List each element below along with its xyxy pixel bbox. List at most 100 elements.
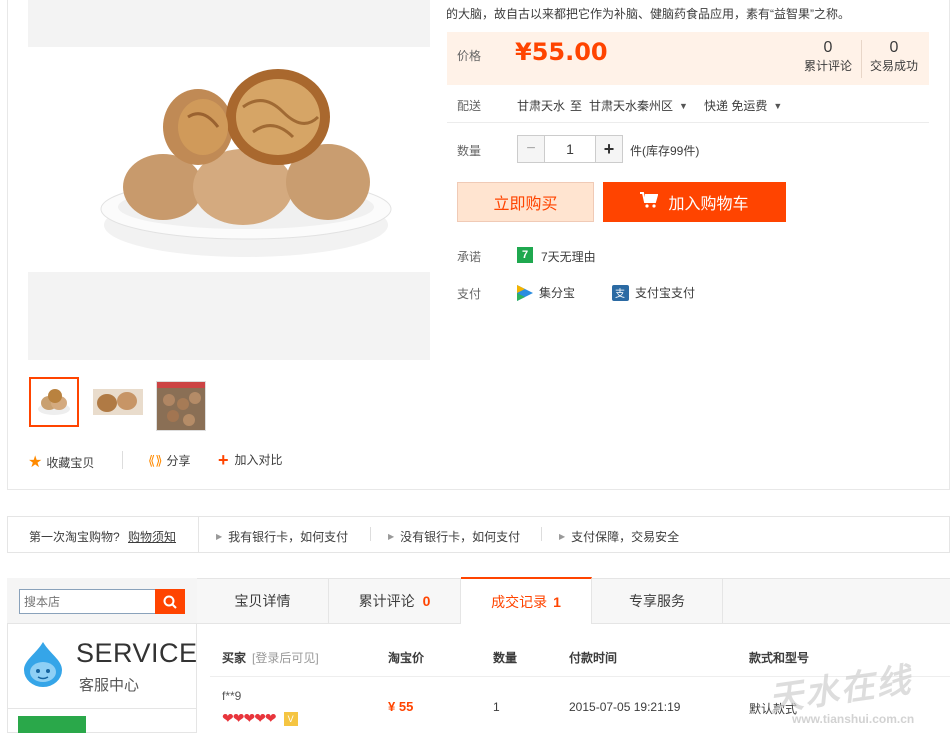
promise-text[interactable]: 7天无理由 [541, 248, 596, 265]
shop-search-input[interactable] [19, 589, 156, 614]
shop-search-button[interactable] [155, 589, 185, 614]
help-link-3[interactable]: ▶ 支付保障，交易安全 [559, 528, 679, 545]
intro-text: 的大脑，故自古以来都把它作为补脑、健脑药食品应用，素有“益智果”之称。 [446, 7, 850, 21]
service-icon [20, 640, 66, 691]
favorite-label: 收藏宝贝 [46, 455, 95, 470]
vip-badge-icon: V [283, 711, 298, 726]
compare-button[interactable]: + 加入对比 [218, 449, 283, 470]
walnut-thumb-icon [31, 379, 77, 425]
stock-text: 件(库存99件) [630, 144, 700, 158]
payment-option-1: 集分宝 [539, 286, 576, 300]
thumbnail-2[interactable] [93, 381, 143, 431]
delivery-to-word: 至 [570, 99, 583, 113]
help-link-1-label: 我有银行卡，如何支付 [228, 530, 349, 544]
share-icon: ⟪⟫ [148, 452, 163, 468]
header-buyer: 买家 [222, 651, 247, 665]
divider [122, 451, 123, 469]
delivery-destination: 甘肃天水秦州区 [589, 99, 674, 113]
header-style: 款式和型号 [749, 651, 810, 665]
first-time-text: 第一次淘宝购物? [29, 530, 120, 544]
payment-label: 支付 [457, 287, 482, 301]
compare-label: 加入对比 [234, 453, 283, 467]
walnut-thumb-icon [93, 381, 143, 431]
divider [541, 527, 542, 541]
row-time: 2015-07-05 19:21:19 [569, 700, 681, 714]
thumbnail-1[interactable] [29, 377, 79, 427]
jifenbao-icon [517, 284, 533, 301]
walnut-bowl-image [100, 69, 392, 257]
svg-text:支: 支 [615, 288, 625, 300]
tab-reviews-count: 0 [422, 592, 431, 609]
arrow-right-icon: ▶ [388, 532, 395, 541]
quantity-input[interactable]: 1 [545, 136, 595, 162]
add-to-cart-label: 加入购物车 [668, 196, 749, 213]
alipay-icon: 支 [612, 284, 629, 301]
tab-transactions-label: 成交记录 [491, 593, 548, 610]
help-link-1[interactable]: ▶ 我有银行卡，如何支付 [216, 528, 348, 545]
share-button[interactable]: ⟪⟫ 分享 [148, 452, 190, 469]
payment-alipay[interactable]: 支 支付宝支付 [612, 284, 695, 301]
divider [447, 122, 929, 123]
star-icon: ★ [28, 454, 43, 471]
tab-services-label: 专享服务 [629, 592, 685, 609]
tab-services[interactable]: 专享服务 [592, 578, 723, 623]
payment-jifenbao[interactable]: 集分宝 [517, 284, 575, 301]
tab-reviews[interactable]: 累计评论 0 [329, 578, 461, 623]
stat-sales-label: 交易成功 [869, 59, 918, 73]
stat-reviews[interactable]: 0 累计评论 [800, 39, 856, 74]
help-link-2-label: 没有银行卡，如何支付 [400, 530, 521, 544]
heart-icon: ❤❤❤❤❤ [222, 710, 277, 726]
service-title: SERVICE [76, 638, 198, 668]
triangle-down-icon: ▼ [679, 100, 688, 111]
plus-icon: + [218, 449, 229, 470]
divider [7, 708, 197, 709]
arrow-right-icon: ▶ [559, 532, 566, 541]
stat-reviews-count: 0 [823, 39, 833, 56]
stat-reviews-label: 累计评论 [803, 59, 852, 73]
favorite-button[interactable]: ★ 收藏宝贝 [28, 452, 94, 472]
help-link-3-label: 支付保障，交易安全 [571, 530, 680, 544]
shopping-guide-link[interactable]: 购物须知 [128, 528, 176, 545]
tab-transactions[interactable]: 成交记录 1 [461, 577, 592, 624]
arrow-right-icon: ▶ [216, 532, 223, 541]
header-qty: 数量 [493, 651, 518, 665]
tab-details-label: 宝贝详情 [234, 592, 291, 609]
tab-details[interactable]: 宝贝详情 [197, 578, 329, 623]
price-label: 价格 [457, 49, 482, 63]
main-image[interactable] [28, 47, 430, 272]
tab-reviews-label: 累计评论 [358, 592, 415, 609]
delivery-label: 配送 [457, 99, 482, 113]
service-subtitle: 客服中心 [79, 677, 140, 694]
stat-sales[interactable]: 0 交易成功 [866, 39, 922, 74]
price-value: ¥55.00 [515, 38, 608, 66]
watermark-url: www.tianshui.com.cn [792, 712, 915, 726]
help-link-2[interactable]: ▶ 没有银行卡，如何支付 [388, 528, 520, 545]
row-buyer: f**9 [222, 689, 242, 703]
seven-days-icon: 7 [517, 247, 533, 263]
divider [370, 527, 371, 541]
quantity-stepper: − 1 + [517, 135, 623, 163]
delivery-from: 甘肃天水 [517, 99, 566, 113]
quantity-plus-button[interactable]: + [595, 136, 622, 162]
search-icon [163, 595, 177, 609]
header-time: 付款时间 [569, 651, 618, 665]
row-qty: 1 [493, 700, 500, 714]
share-label: 分享 [166, 454, 191, 468]
divider [198, 517, 199, 552]
thumbnail-3[interactable] [156, 381, 206, 431]
delivery-destination-select[interactable]: 甘肃天水秦州区 ▼ [589, 97, 688, 114]
contact-button[interactable] [18, 716, 86, 733]
quantity-label: 数量 [457, 144, 482, 158]
header-price: 淘宝价 [388, 651, 425, 665]
walnut-thumb-icon [157, 382, 205, 430]
header-buyer-note: [登录后可见] [252, 651, 319, 665]
delivery-method-select[interactable]: 快递 免运费 ▼ [704, 97, 782, 114]
stat-sales-count: 0 [889, 39, 899, 56]
add-to-cart-button[interactable]: 加入购物车 [603, 182, 786, 222]
tab-transactions-count: 1 [553, 593, 561, 610]
buy-now-button[interactable]: 立即购买 [457, 182, 594, 222]
quantity-minus-button[interactable]: − [518, 136, 545, 162]
payment-option-2: 支付宝支付 [635, 286, 696, 300]
row-price: ¥ 55 [388, 699, 414, 714]
triangle-down-icon: ▼ [773, 100, 783, 111]
